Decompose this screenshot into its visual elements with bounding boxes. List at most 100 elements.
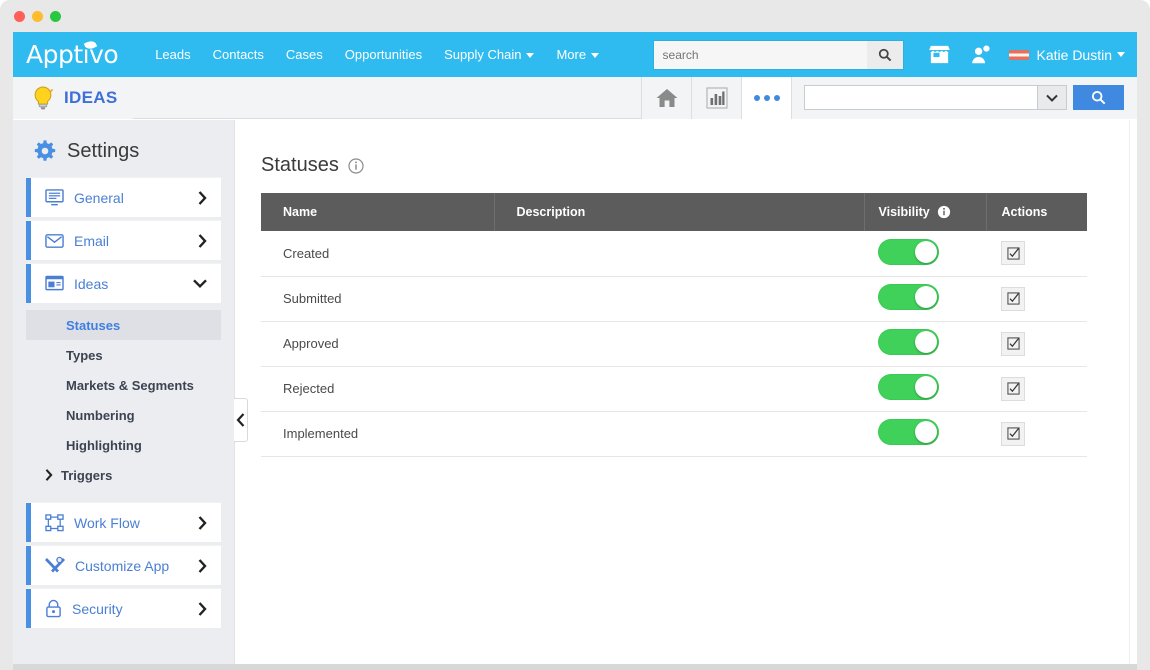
edit-check-square-icon: [1007, 292, 1020, 305]
sidebar-item-numbering[interactable]: Numbering: [26, 400, 221, 430]
info-filled-icon[interactable]: [937, 205, 951, 219]
column-label: Actions: [1002, 205, 1048, 219]
edit-status-button[interactable]: [1001, 332, 1025, 356]
table-row[interactable]: Submitted: [261, 276, 1087, 321]
visibility-toggle[interactable]: [878, 374, 939, 400]
store-button[interactable]: [923, 38, 957, 72]
cell-visibility: [864, 411, 986, 456]
user-name-label: Katie Dustin: [1037, 47, 1112, 63]
sidebar-item-types[interactable]: Types: [26, 340, 221, 370]
cell-name: Rejected: [261, 366, 494, 411]
top-nav-right-cluster: Katie Dustin: [654, 38, 1137, 72]
active-bar: [26, 178, 31, 217]
nav-item-leads[interactable]: Leads: [144, 32, 201, 77]
sidebar-subitem-label: Statuses: [66, 318, 120, 333]
global-top-navigation: Apptivo Leads Contacts Cases Opportuniti…: [13, 32, 1137, 77]
nav-item-more[interactable]: More: [545, 32, 610, 77]
visibility-toggle[interactable]: [878, 329, 939, 355]
sidebar-item-highlighting[interactable]: Highlighting: [26, 430, 221, 460]
sidebar-item-markets-segments[interactable]: Markets & Segments: [26, 370, 221, 400]
settings-menu-bottom: Work Flow Customize App: [13, 502, 234, 628]
home-button[interactable]: [642, 77, 691, 119]
close-window-button[interactable]: [14, 11, 25, 22]
subheader-tools: [641, 77, 1137, 119]
toggle-knob: [915, 331, 937, 353]
more-options-button[interactable]: [742, 77, 791, 119]
application-viewport: Apptivo Leads Contacts Cases Opportuniti…: [13, 32, 1137, 670]
edit-check-square-icon: [1007, 427, 1020, 440]
settings-header: Settings: [13, 120, 234, 177]
search-icon: [878, 48, 892, 62]
nav-item-opportunities[interactable]: Opportunities: [334, 32, 433, 77]
visibility-toggle[interactable]: [878, 284, 939, 310]
nav-label: Leads: [155, 47, 190, 62]
table-row[interactable]: Approved: [261, 321, 1087, 366]
sidebar-item-label: Email: [74, 233, 198, 249]
user-presence-button[interactable]: [963, 38, 997, 72]
sidebar-item-statuses[interactable]: Statuses: [26, 310, 221, 340]
table-row[interactable]: Implemented: [261, 411, 1087, 456]
module-subheader: IDEAS: [13, 77, 1137, 119]
chevron-down-icon: [193, 279, 207, 288]
info-outline-icon[interactable]: [348, 158, 364, 174]
column-header-description[interactable]: Description: [494, 193, 864, 231]
nav-label: More: [556, 47, 586, 62]
table-row[interactable]: Rejected: [261, 366, 1087, 411]
column-header-visibility[interactable]: Visibility: [864, 193, 986, 231]
settings-title-label: Settings: [67, 140, 139, 163]
cell-actions: [986, 231, 1087, 276]
sidebar-item-security[interactable]: Security: [26, 588, 221, 628]
nav-item-supply-chain[interactable]: Supply Chain: [433, 32, 545, 77]
sidebar-item-work-flow[interactable]: Work Flow: [26, 502, 221, 542]
user-badge-icon: [969, 44, 991, 66]
table-row[interactable]: Created: [261, 231, 1087, 276]
column-header-name[interactable]: Name: [261, 193, 494, 231]
lightbulb-icon: [31, 85, 55, 111]
apptivo-logo[interactable]: Apptivo: [26, 42, 118, 67]
content-scroll-rail[interactable]: [1129, 120, 1137, 670]
edit-status-button[interactable]: [1001, 287, 1025, 311]
cell-visibility: [864, 276, 986, 321]
sidebar-item-label: Ideas: [74, 276, 193, 292]
cell-description: [494, 411, 864, 456]
sidebar-item-general[interactable]: General: [26, 177, 221, 217]
active-bar: [26, 503, 31, 542]
cell-actions: [986, 411, 1087, 456]
sidebar-subitem-label: Markets & Segments: [66, 378, 194, 393]
nav-item-cases[interactable]: Cases: [275, 32, 334, 77]
sidebar-item-email[interactable]: Email: [26, 220, 221, 260]
edit-status-button[interactable]: [1001, 422, 1025, 446]
sidebar-subitem-label: Highlighting: [66, 438, 142, 453]
nav-item-contacts[interactable]: Contacts: [202, 32, 275, 77]
visibility-toggle[interactable]: [878, 419, 939, 445]
sidebar-item-ideas[interactable]: Ideas: [26, 263, 221, 303]
global-search-button[interactable]: [867, 41, 903, 69]
edit-status-button[interactable]: [1001, 377, 1025, 401]
more-dots-icon: [754, 95, 780, 101]
page-title: Statuses: [261, 154, 1104, 177]
ideas-submenu: Statuses Types Markets & Segments Number…: [13, 306, 234, 492]
toggle-knob: [915, 286, 937, 308]
settings-menu-top: General Email: [13, 177, 234, 303]
home-icon: [655, 87, 679, 109]
sidebar-item-label: Security: [72, 601, 198, 617]
user-menu[interactable]: Katie Dustin: [1009, 47, 1125, 63]
edit-status-button[interactable]: [1001, 241, 1025, 265]
column-label: Visibility: [879, 205, 930, 219]
module-title[interactable]: IDEAS: [13, 77, 133, 119]
cell-visibility: [864, 366, 986, 411]
page-title-label: Statuses: [261, 154, 339, 177]
sidebar-collapse-handle[interactable]: [234, 398, 248, 442]
sidebar-item-label: Work Flow: [74, 515, 198, 531]
global-search-input[interactable]: [654, 41, 867, 69]
maximize-window-button[interactable]: [50, 11, 61, 22]
visibility-toggle[interactable]: [878, 239, 939, 265]
view-search-input[interactable]: [805, 86, 1037, 109]
minimize-window-button[interactable]: [32, 11, 43, 22]
sidebar-item-customize-app[interactable]: Customize App: [26, 545, 221, 585]
view-dropdown-button[interactable]: [1037, 86, 1066, 109]
reports-button[interactable]: [692, 77, 741, 119]
view-search-button[interactable]: [1073, 85, 1124, 110]
sidebar-item-triggers[interactable]: Triggers: [26, 460, 221, 490]
chevron-right-icon: [198, 559, 207, 573]
